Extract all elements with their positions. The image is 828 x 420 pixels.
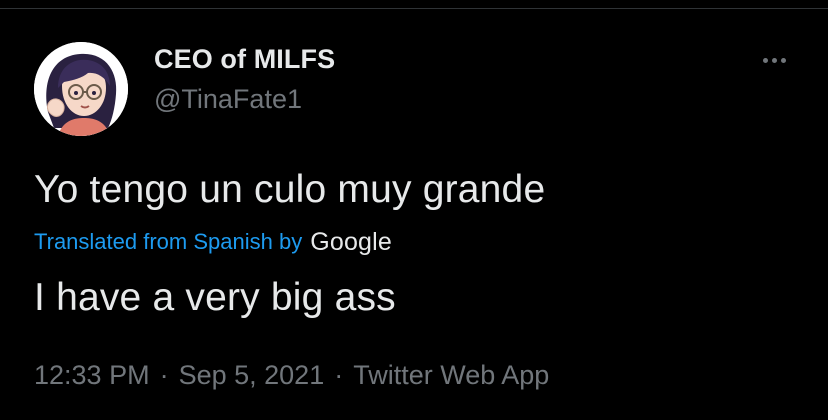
meta-separator: · (159, 360, 169, 390)
translated-from-link[interactable]: Translated from Spanish by (34, 229, 302, 255)
tweet-text: Yo tengo un culo muy grande (34, 168, 546, 211)
tweet-time[interactable]: 12:33 PM (34, 360, 150, 391)
avatar[interactable] (34, 42, 128, 136)
tweet-date[interactable]: Sep 5, 2021 (179, 360, 325, 391)
translation-attribution: Translated from Spanish by Google (34, 226, 392, 258)
more-horizontal-icon (771, 57, 777, 63)
translated-tweet-text: I have a very big ass (34, 276, 396, 319)
google-logo: Google (310, 227, 393, 256)
author-handle[interactable]: @TinaFate1 (154, 84, 302, 115)
tweet-source[interactable]: Twitter Web App (353, 360, 549, 391)
meta-separator: · (334, 360, 344, 390)
more-horizontal-icon (762, 57, 768, 63)
more-options-button[interactable] (752, 46, 796, 74)
cartoon-woman-avatar-icon (34, 42, 128, 136)
tweet-metadata: 12:33 PM · Sep 5, 2021 · Twitter Web App (34, 360, 549, 391)
tweet-card: CEO of MILFS @TinaFate1 Yo tengo un culo… (0, 0, 828, 420)
more-horizontal-icon (780, 57, 786, 63)
author-display-name[interactable]: CEO of MILFS (154, 44, 335, 75)
